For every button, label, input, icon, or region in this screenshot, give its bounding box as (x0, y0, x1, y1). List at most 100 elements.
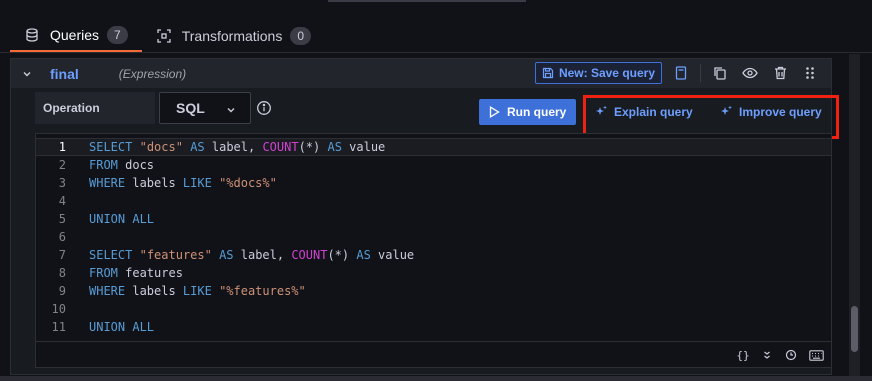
language-select[interactable]: SQL (159, 92, 251, 124)
tab-transformations[interactable]: Transformations 0 (142, 20, 325, 52)
line-number: 3 (58, 176, 66, 190)
code-token: UNION ALL (89, 212, 155, 226)
tab-transformations-label: Transformations (181, 28, 283, 44)
code-line[interactable]: 11 UNION ALL (36, 318, 831, 336)
trash-icon[interactable] (769, 62, 791, 84)
code-line[interactable]: 7 SELECT "features" AS label, COUNT(*) AS… (36, 246, 831, 264)
line-number: 10 (51, 302, 66, 316)
code-token: AS (327, 140, 342, 154)
code-line[interactable]: 2 FROM docs (36, 156, 831, 174)
save-query-button[interactable]: New: Save query (534, 62, 662, 84)
line-number: 6 (58, 230, 66, 244)
code-token: "%docs%" (219, 176, 277, 190)
line-number: 4 (58, 194, 66, 208)
query-name[interactable]: final (50, 66, 79, 82)
code-token: "docs" (139, 140, 183, 154)
code-token: LIKE (182, 176, 212, 190)
code-token: SELECT (89, 140, 133, 154)
play-icon (489, 106, 500, 118)
code-token: labels (125, 284, 183, 298)
line-number: 2 (58, 158, 66, 172)
code-token: FROM (89, 158, 118, 172)
queries-count-badge: 7 (107, 26, 128, 44)
code-token: COUNT (262, 140, 299, 154)
code-text: WHERE labels LIKE "%features%" (89, 284, 306, 298)
scrollbar-thumb[interactable] (851, 306, 858, 352)
editor-footer: {} (36, 341, 831, 367)
code-token: features (117, 266, 183, 280)
code-line[interactable]: 3 WHERE labels LIKE "%docs%" (36, 174, 831, 192)
code-line[interactable]: 9 WHERE labels LIKE "%features%" (36, 282, 831, 300)
code-token: docs (117, 158, 155, 172)
code-line[interactable]: 1 SELECT "docs" AS label, COUNT(*) AS val… (36, 138, 831, 156)
save-query-label: New: Save query (558, 66, 655, 80)
query-header-actions: New: Save query (534, 62, 821, 84)
line-number: 9 (58, 284, 66, 298)
operation-label: Operation (35, 92, 155, 124)
bottom-strip (0, 376, 872, 381)
query-tabs: Queries 7 Transformations 0 (10, 20, 325, 52)
code-token: labels (125, 176, 183, 190)
code-token: COUNT (291, 248, 328, 262)
duplicate-icon[interactable] (709, 62, 731, 84)
code-line[interactable]: 10 (36, 300, 831, 318)
history-icon[interactable] (784, 348, 798, 362)
code-text: SELECT "features" AS label, COUNT(*) AS … (89, 248, 414, 262)
book-icon[interactable] (670, 62, 692, 84)
line-number: 11 (51, 320, 66, 334)
chevron-down-icon (226, 102, 236, 118)
line-number: 8 (58, 266, 66, 280)
line-number: 7 (58, 248, 66, 262)
line-number: 1 (58, 140, 66, 154)
braces-icon[interactable]: {} (736, 348, 750, 362)
keyboard-icon[interactable] (808, 348, 824, 362)
code-token: "%features%" (219, 284, 306, 298)
run-query-label: Run query (507, 105, 567, 119)
code-line[interactable]: 6 (36, 228, 831, 246)
code-token: value (370, 248, 415, 262)
database-icon (24, 27, 40, 43)
sql-code-editor[interactable]: 1 SELECT "docs" AS label, COUNT(*) AS val… (35, 133, 832, 368)
query-type: (Expression) (118, 66, 187, 81)
eye-icon[interactable] (739, 62, 761, 84)
code-token: value (341, 140, 386, 154)
code-token: label, (204, 140, 263, 154)
code-line[interactable]: 8 FROM features (36, 264, 831, 282)
code-token: WHERE (89, 176, 126, 190)
code-token: AS (190, 140, 205, 154)
header-separator (700, 64, 701, 82)
code-token: "features" (139, 248, 212, 262)
code-line[interactable]: 4 (36, 192, 831, 210)
code-token: SELECT (89, 248, 133, 262)
code-token: (*) (327, 248, 357, 262)
code-token: UNION ALL (89, 320, 155, 334)
collapse-icon[interactable] (760, 348, 774, 362)
transformations-count-badge: 0 (290, 27, 312, 45)
tab-queries[interactable]: Queries 7 (10, 20, 142, 52)
collapse-toggle[interactable] (11, 69, 43, 79)
code-token: (*) (298, 140, 328, 154)
code-token: FROM (89, 266, 118, 280)
code-token: LIKE (182, 284, 212, 298)
code-token: WHERE (89, 284, 126, 298)
query-header: final (Expression) New: Save query (10, 58, 832, 88)
info-icon[interactable] (256, 100, 272, 116)
query-body: Operation SQL Run query Explain query Im… (10, 88, 839, 375)
code-text: SELECT "docs" AS label, COUNT(*) AS valu… (89, 140, 385, 154)
drag-handle-icon[interactable] (799, 62, 821, 84)
code-token: AS (219, 248, 234, 262)
run-query-button[interactable]: Run query (479, 99, 576, 125)
top-divider (328, 0, 526, 2)
code-line[interactable]: 5 UNION ALL (36, 210, 831, 228)
code-text: UNION ALL (89, 320, 154, 334)
chevron-down-icon (23, 71, 31, 76)
code-text: FROM docs (89, 158, 154, 172)
tab-queries-label: Queries (50, 27, 100, 43)
line-number: 5 (58, 212, 66, 226)
tabs-divider (0, 52, 872, 53)
language-value: SQL (176, 100, 205, 116)
